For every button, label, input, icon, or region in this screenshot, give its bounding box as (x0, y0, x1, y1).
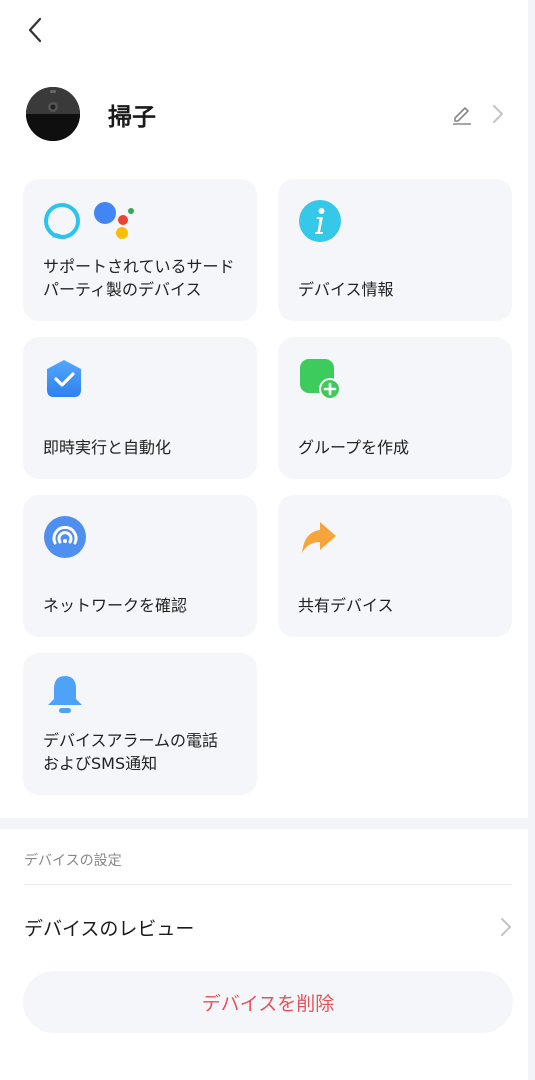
card-label: 即時実行と自動化 (43, 438, 172, 457)
right-edge-strip (528, 0, 535, 1080)
card-alarm-notifications[interactable]: デバイスアラームの電話 およびSMS通知 (23, 653, 257, 795)
delete-device-button[interactable]: デバイスを削除 (23, 971, 513, 1033)
card-shared-devices[interactable]: 共有デバイス (278, 495, 512, 637)
device-name: 掃子 (108, 102, 156, 131)
card-device-info[interactable]: デバイス情報 (278, 179, 512, 321)
pencil-icon (453, 107, 471, 125)
google-assistant-icon (94, 202, 134, 239)
info-icon (299, 200, 341, 242)
card-icon-wrap (298, 515, 340, 559)
card-label: デバイス情報 (298, 280, 394, 299)
back-arrow-icon (28, 17, 42, 43)
card-third-party-devices[interactable]: サポートされているサードパーティ製のデバイス (23, 179, 257, 321)
share-icon (302, 522, 336, 553)
card-icon-wrap (43, 515, 87, 559)
device-review-label: デバイスのレビュー (24, 917, 195, 940)
section-title-device-settings: デバイスの設定 (24, 853, 122, 869)
card-label: サポートされているサードパーティ製のデバイス (43, 257, 235, 299)
create-group-icon (300, 359, 341, 400)
chevron-right-icon (493, 105, 503, 123)
card-icon-wrap (298, 357, 342, 401)
card-network-check[interactable]: ネットワークを確認 (23, 495, 257, 637)
device-header: 掃子 (24, 84, 508, 144)
section-divider (0, 818, 528, 829)
network-icon (44, 516, 86, 558)
card-label: 共有デバイス (298, 596, 394, 615)
card-icon-wrap (43, 673, 87, 717)
card-label: ネットワークを確認 (43, 596, 188, 615)
device-detail-button[interactable] (488, 102, 508, 126)
edit-name-button[interactable] (450, 102, 474, 126)
back-button[interactable] (20, 14, 50, 46)
alexa-icon (44, 203, 80, 239)
bell-icon (48, 676, 82, 713)
card-icon-wrap (43, 357, 85, 401)
card-label: デバイスアラームの電話 およびSMS通知 (43, 731, 219, 773)
card-create-group[interactable]: グループを作成 (278, 337, 512, 479)
third-party-assistants-icon (43, 199, 137, 243)
robot-vacuum-icon (24, 85, 82, 143)
chevron-right-icon (501, 918, 511, 936)
automation-shield-icon (47, 360, 81, 397)
card-icon-wrap (298, 199, 342, 243)
divider-line (24, 884, 512, 885)
device-review-row[interactable]: デバイスのレビュー (24, 900, 512, 954)
avatar (24, 85, 82, 143)
card-label: グループを作成 (298, 438, 410, 457)
card-automation[interactable]: 即時実行と自動化 (23, 337, 257, 479)
